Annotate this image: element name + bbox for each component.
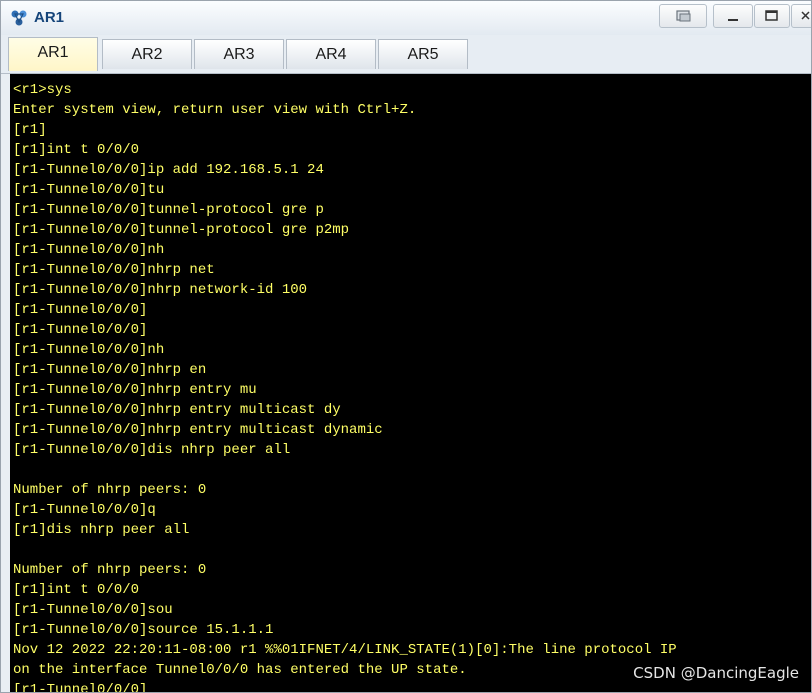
terminal-line: [r1-Tunnel0/0/0]nhrp network-id 100 <box>13 282 308 298</box>
terminal-line: [r1-Tunnel0/0/0]nhrp net <box>13 262 215 278</box>
terminal-line: [r1-Tunnel0/0/0]tu <box>13 182 165 198</box>
maximize-icon <box>765 10 778 21</box>
terminal-line: [r1-Tunnel0/0/0]ip add 192.168.5.1 24 <box>13 162 324 178</box>
maximize-button[interactable] <box>754 4 790 28</box>
terminal-line: [r1-Tunnel0/0/0]tunnel-protocol gre p <box>13 202 324 218</box>
terminal-console[interactable]: <r1>sys Enter system view, return user v… <box>10 74 811 692</box>
terminal-line: [r1-Tunnel0/0/0] <box>13 322 148 338</box>
minimize-button[interactable] <box>713 4 753 28</box>
window-title: AR1 <box>34 9 65 26</box>
tab-ar1[interactable]: AR1 <box>8 37 98 71</box>
router-app-icon <box>11 10 27 26</box>
terminal-line: [r1-Tunnel0/0/0]nh <box>13 242 165 258</box>
terminal-line: [r1-Tunnel0/0/0]nhrp entry multicast dyn… <box>13 422 383 438</box>
terminal-line: [r1-Tunnel0/0/0]nhrp entry multicast dy <box>13 402 341 418</box>
terminal-line: [r1]dis nhrp peer all <box>13 522 190 538</box>
terminal-line: Nov 12 2022 22:20:11-08:00 r1 %%01IFNET/… <box>13 642 677 658</box>
restore-icon <box>676 10 691 22</box>
terminal-line: [r1-Tunnel0/0/0]sou <box>13 602 173 618</box>
tab-ar4[interactable]: AR4 <box>286 39 376 69</box>
terminal-line: [r1-Tunnel0/0/0]tunnel-protocol gre p2mp <box>13 222 350 238</box>
tab-ar5[interactable]: AR5 <box>378 39 468 69</box>
terminal-line: [r1-Tunnel0/0/0]nhrp entry mu <box>13 382 257 398</box>
terminal-line: [r1-Tunnel0/0/0]nh <box>13 342 165 358</box>
terminal-line: Number of nhrp peers: 0 <box>13 562 207 578</box>
watermark-text: CSDN @DancingEagle <box>633 664 799 682</box>
terminal-line: [r1]int t 0/0/0 <box>13 142 140 158</box>
terminal-line: [r1-Tunnel0/0/0]dis nhrp peer all <box>13 442 291 458</box>
terminal-line: [r1]int t 0/0/0 <box>13 582 140 598</box>
terminal-line: [r1-Tunnel0/0/0]nhrp en <box>13 362 207 378</box>
close-icon <box>801 11 810 20</box>
minimize-icon <box>728 19 738 21</box>
terminal-line: [r1-Tunnel0/0/0] <box>13 302 148 318</box>
terminal-output: <r1>sys Enter system view, return user v… <box>10 74 811 692</box>
terminal-window: AR1 AR1 AR2 AR3 AR4 AR5 <r1>sys Enter sy… <box>0 0 812 693</box>
terminal-line: [r1] <box>13 122 47 138</box>
terminal-line: [r1-Tunnel0/0/0]q <box>13 502 156 518</box>
tab-ar3[interactable]: AR3 <box>194 39 284 69</box>
restore-window-button[interactable] <box>659 4 707 28</box>
title-bar[interactable]: AR1 <box>1 1 811 35</box>
close-button[interactable] <box>791 4 811 28</box>
device-tab-strip: AR1 AR2 AR3 AR4 AR5 <box>1 35 811 74</box>
terminal-line: Number of nhrp peers: 0 <box>13 482 207 498</box>
terminal-line: [r1-Tunnel0/0/0]source 15.1.1.1 <box>13 622 274 638</box>
terminal-line: Enter system view, return user view with… <box>13 102 417 118</box>
terminal-line: <r1>sys <box>13 82 72 98</box>
tab-ar2[interactable]: AR2 <box>102 39 192 69</box>
